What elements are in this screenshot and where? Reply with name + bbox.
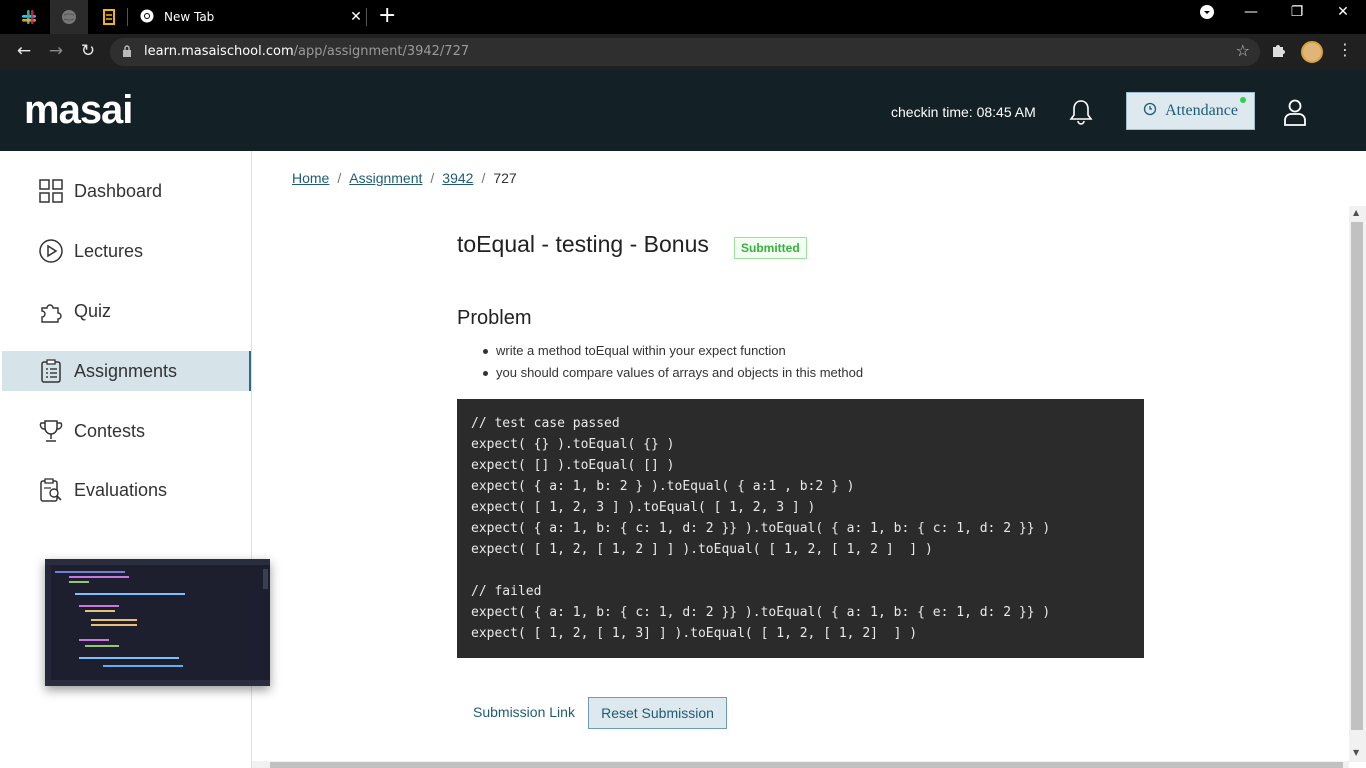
code-line: expect( [ 1, 2, [ 1, 2 ] ] ).toEqual( [ … [471, 542, 933, 557]
attendance-label: Attendance [1165, 102, 1238, 119]
code-line: expect( { a: 1, b: { c: 1, d: 2 }} ).toE… [471, 605, 1051, 620]
attendance-button[interactable]: Attendance [1126, 92, 1255, 130]
status-badge: Submitted [734, 237, 807, 259]
code-block: // test case passed expect( {} ).toEqual… [457, 399, 1144, 658]
trophy-icon [39, 420, 63, 442]
code-line: // test case passed [471, 416, 620, 431]
sidebar-item-evaluations[interactable]: Evaluations [2, 470, 251, 510]
scroll-down-icon[interactable]: ▼ [1353, 748, 1359, 757]
problem-bullets: write a method toEqual within your expec… [480, 343, 863, 387]
back-arrow-icon[interactable]: ← [12, 41, 36, 61]
slack-tab-icon[interactable] [10, 0, 48, 34]
code-line: expect( { a: 1, b: 2 } ).toEqual( { a:1 … [471, 479, 855, 494]
sidebar-item-dashboard[interactable]: Dashboard [2, 171, 251, 211]
sidebar-item-lectures[interactable]: Lectures [2, 231, 251, 271]
globe-tab-icon[interactable] [50, 0, 88, 34]
scrollbar-thumb[interactable] [270, 762, 1343, 768]
chrome-icon [140, 9, 154, 26]
sidebar-item-quiz[interactable]: Quiz [2, 291, 251, 331]
bell-icon[interactable] [1068, 98, 1094, 126]
vertical-scrollbar[interactable]: ▲ ▼ [1349, 206, 1366, 762]
tab-separator [127, 8, 128, 26]
tab-new-tab[interactable]: New Tab ✕ [130, 0, 366, 34]
page-title: toEqual - testing - Bonus [457, 231, 709, 257]
sidebar-item-contests[interactable]: Contests [2, 411, 251, 451]
submission-link[interactable]: Submission Link [473, 704, 575, 720]
minimize-icon[interactable]: — [1228, 4, 1274, 20]
breadcrumb-separator: / [337, 170, 342, 186]
profile-avatar[interactable] [1301, 41, 1323, 63]
sidebar-item-label: Evaluations [74, 479, 168, 500]
lock-icon [123, 45, 131, 57]
tab-close-icon[interactable]: ✕ [346, 9, 366, 25]
code-line: expect( [ 1, 2, [ 1, 3] ] ).toEqual( [ 1… [471, 626, 918, 641]
user-icon[interactable] [1283, 98, 1307, 126]
puzzle-icon [41, 304, 62, 323]
url-path: /app/assignment/3942/727 [293, 44, 470, 59]
scroll-up-icon[interactable]: ▲ [1353, 208, 1359, 217]
restore-icon[interactable]: ❐ [1274, 4, 1320, 20]
sidebar-item-label: Assignments [74, 360, 178, 381]
breadcrumb-home[interactable]: Home [292, 170, 329, 186]
reload-icon[interactable]: ↻ [76, 41, 100, 61]
extensions-puzzle-icon[interactable] [1270, 42, 1286, 62]
grid-icon [39, 179, 63, 203]
new-tab-icon[interactable]: + [378, 5, 396, 27]
sidebar-item-assignments[interactable]: Assignments [2, 351, 251, 391]
tab-separator [366, 8, 367, 26]
list-item: you should compare values of arrays and … [480, 365, 863, 387]
url-host: learn.masaischool.com [144, 44, 294, 59]
tab-search-icon[interactable] [1184, 4, 1230, 24]
breadcrumb-current: 727 [493, 170, 517, 186]
code-line: expect( {} ).toEqual( {} ) [471, 437, 675, 452]
kebab-menu-icon[interactable]: ⋮ [1337, 40, 1353, 59]
clipboard-search-icon [40, 478, 62, 502]
sidebar-item-label: Quiz [74, 300, 112, 321]
masai-logo[interactable]: masai [24, 88, 133, 133]
code-line: // failed [471, 584, 542, 599]
horizontal-scrollbar[interactable] [252, 761, 1349, 768]
forward-arrow-icon[interactable]: → [44, 41, 68, 61]
sidebar-item-label: Dashboard [74, 180, 163, 201]
reset-submission-button[interactable]: Reset Submission [588, 697, 727, 729]
app-header: masai checkin time: 08:45 AM Attendance [0, 70, 1366, 151]
bookmark-tab-icon[interactable] [90, 0, 128, 34]
online-status-dot [1240, 97, 1246, 103]
code-line: expect( [ 1, 2, 3 ] ).toEqual( [ 1, 2, 3… [471, 500, 816, 515]
clock-refresh-icon [1143, 102, 1157, 121]
browser-toolbar: ← → ↻ learn.masaischool.com/app/assignme… [0, 34, 1366, 70]
url-text: learn.masaischool.com/app/assignment/394… [144, 44, 469, 59]
play-circle-icon [39, 239, 63, 263]
screen-preview-thumbnail[interactable] [45, 559, 270, 686]
sidebar-item-label: Contests [74, 420, 146, 441]
close-window-icon[interactable]: ✕ [1320, 4, 1366, 20]
logo-text: masai [24, 88, 133, 132]
list-item: write a method toEqual within your expec… [480, 343, 863, 365]
bookmark-star-icon[interactable]: ☆ [1236, 41, 1250, 60]
breadcrumb-separator: / [481, 170, 486, 186]
breadcrumb: Home / Assignment / 3942 / 727 [292, 170, 517, 186]
problem-heading: Problem [457, 307, 532, 329]
code-line: expect( [] ).toEqual( [] ) [471, 458, 675, 473]
scrollbar-thumb[interactable] [1351, 222, 1363, 730]
clipboard-list-icon [41, 359, 61, 383]
browser-tab-bar: New Tab ✕ + — ❐ ✕ [0, 0, 1366, 34]
code-line: expect( { a: 1, b: { c: 1, d: 2 }} ).toE… [471, 521, 1051, 536]
checkin-time: checkin time: 08:45 AM [891, 104, 1036, 120]
tab-title: New Tab [164, 10, 215, 24]
breadcrumb-assignment[interactable]: Assignment [349, 170, 422, 186]
sidebar-item-label: Lectures [74, 240, 144, 261]
breadcrumb-separator: / [430, 170, 435, 186]
address-bar[interactable]: learn.masaischool.com/app/assignment/394… [110, 38, 1260, 66]
breadcrumb-assignment-id[interactable]: 3942 [442, 170, 473, 186]
